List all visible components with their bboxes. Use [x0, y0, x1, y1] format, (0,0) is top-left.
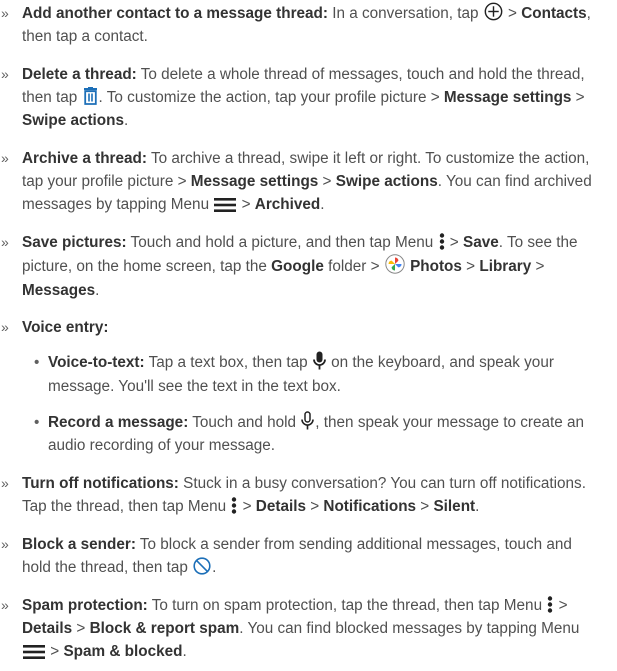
item-text: >	[503, 5, 522, 22]
list-item-block-sender: » Block a sender: To block a sender from …	[0, 533, 617, 579]
item-text: Tap a text box, then tap	[144, 354, 312, 372]
item-text: >	[72, 619, 90, 637]
item-text: >	[46, 642, 64, 660]
instruction-list: » Add another contact to a message thread…	[0, 0, 617, 663]
item-bold: Library	[479, 258, 532, 276]
microphone-outline-icon	[301, 411, 315, 430]
sub-item-title: Voice-to-text:	[48, 354, 145, 372]
list-item-spam-protection: » Spam protection: To turn on spam protec…	[0, 594, 617, 664]
more-vertical-icon	[439, 233, 445, 250]
item-bold: Message settings	[190, 173, 319, 191]
item-title: Add another contact to a message thread:	[22, 5, 328, 22]
item-bold: Photos	[410, 258, 462, 276]
item-text: >	[305, 497, 324, 515]
item-text: >	[531, 258, 545, 276]
list-marker: »	[1, 234, 9, 251]
item-bold: Silent	[433, 497, 476, 515]
item-bold: Swipe actions	[22, 112, 125, 130]
item-text: >	[237, 196, 255, 214]
list-item-add-contact: » Add another contact to a message thread…	[0, 2, 617, 48]
item-title: Spam protection:	[22, 596, 148, 614]
sub-bullet: •	[34, 354, 40, 372]
item-text: In a conversation, tap	[328, 5, 483, 22]
more-vertical-icon	[547, 595, 553, 613]
item-bold: Details	[22, 619, 73, 637]
item-bold: Swipe actions	[335, 173, 438, 191]
item-text: Touch and hold	[188, 413, 301, 431]
list-marker: »	[1, 474, 9, 491]
list-marker: »	[1, 65, 9, 82]
item-text: .	[475, 497, 480, 515]
item-text: >	[238, 497, 256, 515]
list-item-save-pictures: » Save pictures: Touch and hold a picture…	[0, 231, 617, 302]
item-text: >	[571, 89, 585, 107]
item-bold: Archived	[254, 196, 321, 214]
item-text: >	[445, 234, 463, 252]
list-item-voice-entry: » Voice entry: • Voice-to-text: Tap a text…	[0, 316, 617, 457]
item-title: Block a sender:	[22, 535, 136, 553]
sub-item-record-message: • Record a message: Touch and hold , then…	[0, 411, 605, 457]
list-marker: »	[1, 150, 9, 167]
item-text: folder >	[323, 258, 384, 276]
item-text: >	[416, 497, 434, 515]
microphone-icon	[312, 351, 326, 370]
item-title: Archive a thread:	[22, 150, 147, 168]
item-text: .	[95, 281, 100, 299]
list-marker: »	[1, 5, 9, 21]
item-text: . You can find blocked messages by tappi…	[239, 619, 580, 637]
trash-icon	[83, 87, 98, 106]
add-circle-icon	[484, 2, 503, 21]
item-bold: Block & report spam	[89, 619, 240, 637]
item-bold: Messages	[22, 281, 96, 299]
item-text: Touch and hold a picture, and then tap M…	[126, 234, 438, 252]
hamburger-menu-icon	[23, 644, 45, 659]
item-bold: Message settings	[443, 89, 572, 107]
item-bold: Contacts	[521, 5, 587, 22]
item-text: .	[124, 112, 129, 130]
sub-item-title: Record a message:	[48, 413, 189, 431]
list-item-turn-off-notifications: » Turn off notifications: Stuck in a busy…	[0, 472, 617, 518]
item-title: Save pictures:	[22, 234, 127, 252]
item-title: Voice entry:	[22, 319, 109, 337]
sub-bullet: •	[34, 413, 40, 431]
item-bold: Google	[271, 258, 324, 276]
item-bold: Notifications	[323, 497, 417, 515]
item-title: Delete a thread:	[22, 65, 137, 83]
block-icon	[193, 557, 211, 575]
hamburger-menu-icon	[214, 198, 237, 213]
item-text: >	[461, 258, 480, 276]
item-bold: Save	[463, 234, 499, 252]
item-text: .	[320, 196, 325, 214]
item-text: . To customize the action, tap your prof…	[98, 89, 444, 107]
more-vertical-icon	[231, 497, 237, 514]
item-text: >	[554, 596, 568, 614]
item-text: .	[182, 642, 187, 660]
item-bold: Spam & blocked	[63, 642, 183, 660]
item-title: Turn off notifications:	[22, 474, 179, 492]
google-photos-icon	[385, 254, 405, 275]
list-marker: »	[1, 596, 9, 613]
list-item-delete-thread: » Delete a thread: To delete a whole thre…	[0, 63, 617, 133]
item-bold: Details	[255, 497, 306, 515]
list-marker: »	[1, 535, 9, 552]
list-marker: »	[1, 319, 9, 336]
sub-item-voice-to-text: • Voice-to-text: Tap a text box, then tap…	[0, 351, 605, 397]
item-text: To turn on spam protection, tap the thre…	[147, 596, 547, 614]
list-item-archive-thread: » Archive a thread: To archive a thread, …	[0, 147, 617, 217]
item-text: .	[212, 558, 217, 576]
item-text: >	[318, 173, 336, 191]
